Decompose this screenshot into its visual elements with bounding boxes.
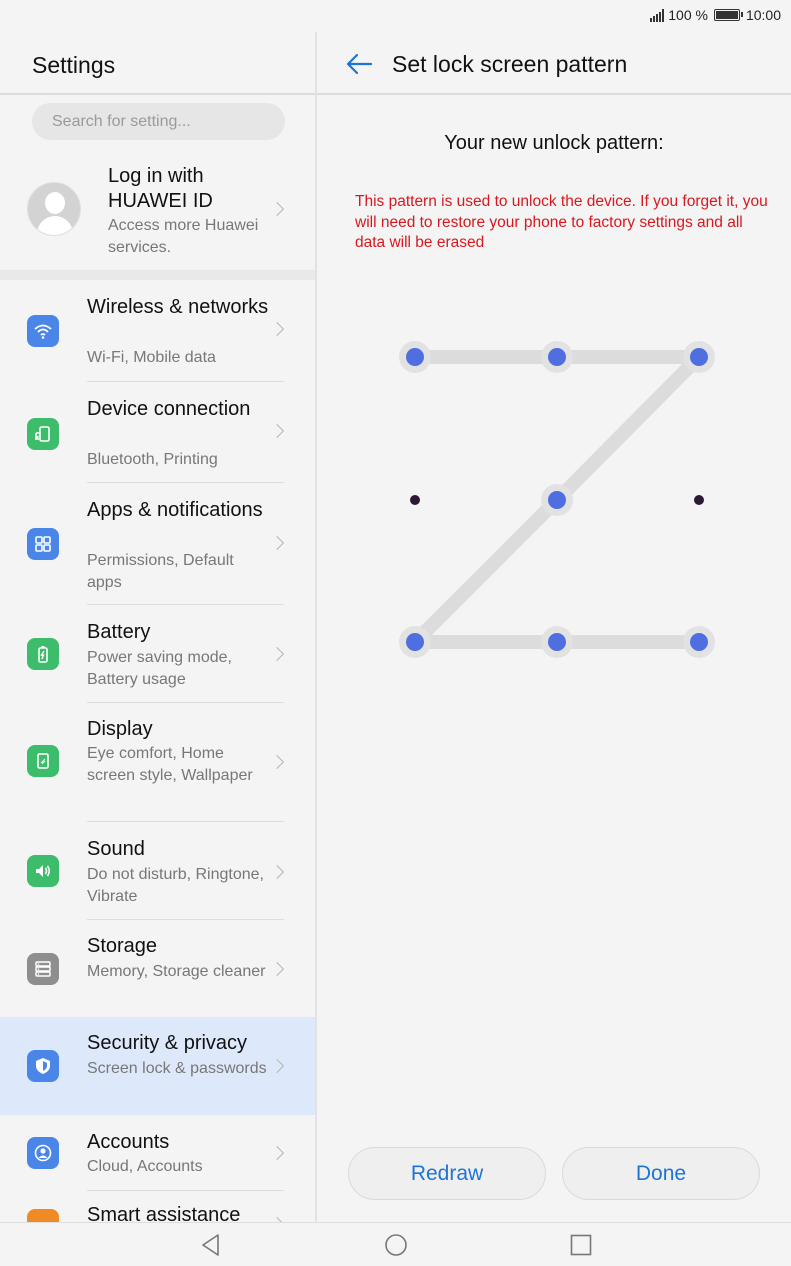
pattern-path [408,350,706,649]
navigation-bar [0,1222,791,1266]
smart-assistance-icon [27,1209,59,1222]
chevron-right-icon [269,201,285,217]
section-divider [0,270,316,280]
item-subtitle: Wi-Fi, Mobile data [87,349,216,366]
pattern-dot-halo [683,341,715,373]
back-arrow-icon[interactable] [345,52,373,76]
home-nav-icon[interactable] [383,1232,409,1258]
pattern-dot-1[interactable] [406,348,424,366]
warning-text: This pattern is used to unlock the devic… [355,193,768,251]
pattern-dot-6[interactable] [694,495,704,505]
sidebar-item-apps[interactable]: Apps & notifications Permissions, Defaul… [0,483,316,605]
pattern-dot-halo [541,341,573,373]
apps-grid-icon [27,528,59,560]
item-title: Storage [87,935,158,957]
back-nav-icon[interactable] [198,1232,224,1258]
header-divider [317,93,791,95]
shield-icon [27,1050,59,1082]
account-icon [27,1137,59,1169]
chevron-right-icon [269,646,285,662]
pattern-dot-halo [399,341,431,373]
pattern-dot-halo [399,626,431,658]
account-title: Log in with HUAWEI ID [108,165,213,212]
pattern-dot-halo [541,484,573,516]
signal-icon [650,8,665,22]
item-title: Battery [87,621,151,643]
pattern-prompt: Your new unlock pattern: [444,132,664,154]
wifi-icon [27,315,59,347]
item-title: Display [87,718,153,740]
storage-icon [27,953,59,985]
redraw-button[interactable]: Redraw [348,1147,546,1200]
sidebar-item-smart-assistance[interactable]: Smart assistance [0,1191,316,1222]
item-title: Accounts [87,1131,170,1153]
pattern-panel: Set lock screen pattern Your new unlock … [317,32,791,1222]
sidebar-item-security[interactable]: Security & privacy Screen lock & passwor… [0,1017,316,1115]
chevron-right-icon [269,535,285,551]
settings-title: Settings [32,52,116,78]
item-title: Wireless & networks [87,296,269,318]
item-title: Sound [87,838,145,860]
item-subtitle: Power saving mode, Battery usage [87,649,232,688]
sidebar-item-battery[interactable]: Battery Power saving mode, Battery usage [0,605,316,703]
item-subtitle: Do not disturb, Ringtone, Vibrate [87,866,264,905]
sidebar-item-display[interactable]: Display Eye comfort, Home screen style, … [0,703,316,822]
item-subtitle: Bluetooth, Printing [87,451,218,468]
item-subtitle: Screen lock & passwords [87,1060,267,1077]
search-input[interactable]: Search for setting... [32,103,285,140]
item-title: Smart assistance [87,1204,241,1222]
battery-icon [27,638,59,670]
chevron-right-icon [269,1145,285,1161]
recents-nav-icon[interactable] [568,1232,594,1258]
chevron-right-icon [269,754,285,770]
page-title: Set lock screen pattern [392,51,628,77]
sidebar-item-storage[interactable]: Storage Memory, Storage cleaner [0,920,316,1017]
clock: 10:00 [745,7,781,23]
pattern-dot-3[interactable] [690,348,708,366]
done-button[interactable]: Done [562,1147,760,1200]
settings-panel: Settings Search for setting... Log in wi… [0,32,316,1222]
chevron-right-icon [269,1058,285,1074]
pattern-dot-halo [541,626,573,658]
item-subtitle: Permissions, Default apps [87,552,234,591]
huawei-id-login[interactable]: Log in with HUAWEI ID Access more Huawei… [0,152,316,270]
sidebar-item-sound[interactable]: Sound Do not disturb, Ringtone, Vibrate [0,822,316,920]
sidebar-item-accounts[interactable]: Accounts Cloud, Accounts [0,1115,316,1191]
pattern-dot-5[interactable] [548,491,566,509]
status-bar: 100 % 10:00 [0,0,791,32]
sidebar-item-device-connection[interactable]: Device connection Bluetooth, Printing [0,382,316,483]
item-title: Apps & notifications [87,499,263,521]
chevron-right-icon [269,423,285,439]
chevron-right-icon [269,961,285,977]
chevron-right-icon [269,864,285,880]
pattern-dot-9[interactable] [690,633,708,651]
pattern-dot-halo [683,626,715,658]
item-title: Device connection [87,398,251,420]
battery-icon [713,9,743,21]
avatar [27,182,81,236]
battery-percent: 100 % [668,7,708,23]
device-connection-icon [27,418,59,450]
item-title: Security & privacy [87,1032,248,1054]
display-icon [27,745,59,777]
pattern-dot-8[interactable] [548,633,566,651]
sound-icon [27,855,59,887]
sidebar-item-wireless[interactable]: Wireless & networks Wi-Fi, Mobile data [0,280,316,382]
item-subtitle: Eye comfort, Home screen style, Wallpape… [87,745,253,784]
chevron-right-icon [269,321,285,337]
pattern-dot-7[interactable] [406,633,424,651]
pattern-dot-2[interactable] [548,348,566,366]
pattern-dot-4[interactable] [410,495,420,505]
header-divider [0,93,316,95]
account-subtitle: Access more Huawei services. [108,217,259,256]
item-subtitle: Cloud, Accounts [87,1158,203,1175]
item-subtitle: Memory, Storage cleaner [87,963,266,980]
settings-menu: Wireless & networks Wi-Fi, Mobile data D… [0,280,316,1222]
